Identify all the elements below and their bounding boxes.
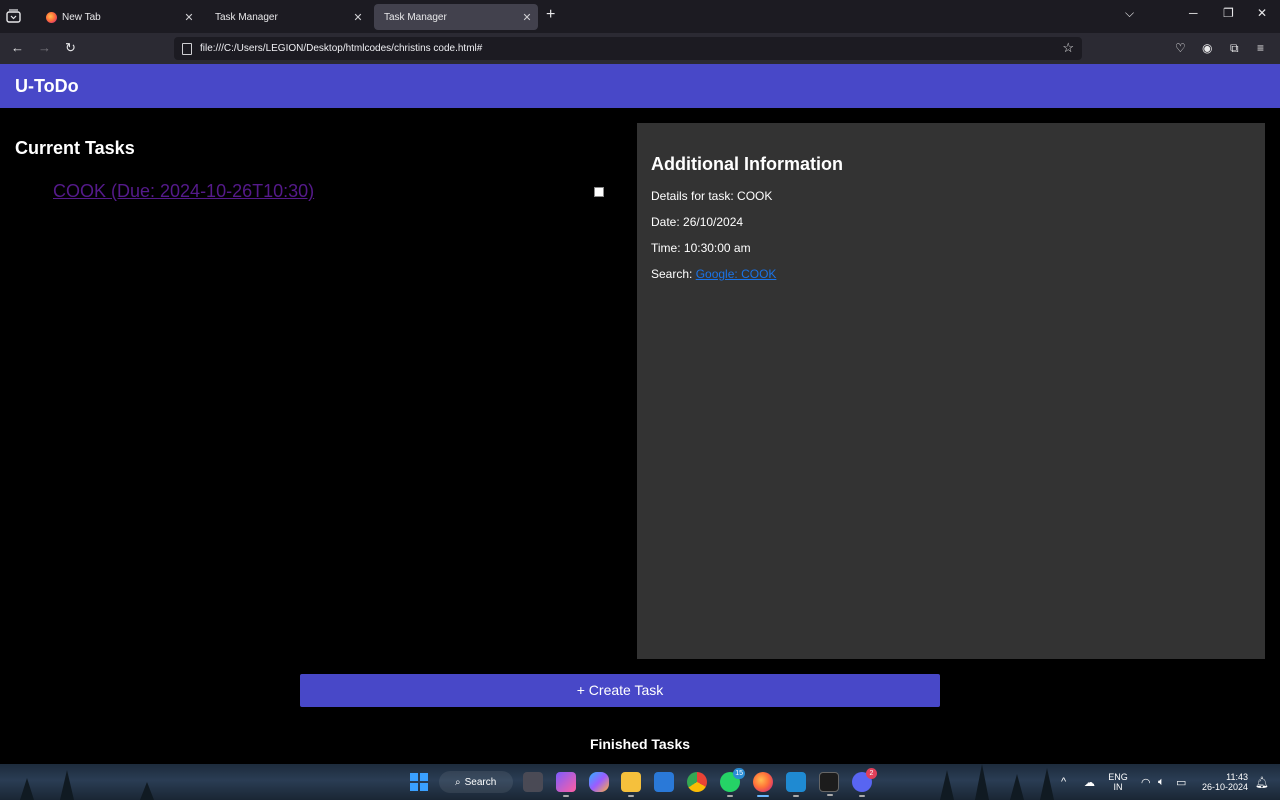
- wallpaper-tree: [1010, 774, 1024, 800]
- close-window-icon[interactable]: ✕: [1257, 6, 1267, 20]
- taskbar-search-label: Search: [464, 776, 497, 788]
- close-tab-icon[interactable]: ✕: [347, 11, 369, 24]
- windows-start-icon[interactable]: [410, 773, 428, 791]
- reload-icon[interactable]: ↻: [65, 40, 76, 56]
- running-indicator: [793, 795, 799, 797]
- region-code: IN: [1113, 782, 1123, 792]
- discord-icon[interactable]: 2: [852, 768, 877, 797]
- tab-new-tab[interactable]: New Tab ✕: [36, 4, 200, 30]
- notification-bell-icon[interactable]: 🔔︎: [1255, 776, 1269, 789]
- info-details: Details for task: COOK: [651, 189, 773, 203]
- whatsapp-badge: 15: [733, 768, 745, 779]
- battery-icon[interactable]: ▭: [1176, 776, 1186, 789]
- language-code: ENG: [1108, 772, 1128, 782]
- tab-label: New Tab: [62, 11, 101, 23]
- show-hidden-icons-icon[interactable]: ^: [1061, 776, 1066, 788]
- running-indicator: [859, 795, 865, 797]
- firefox-icon: [46, 11, 57, 23]
- copilot-app-icon[interactable]: [556, 772, 576, 797]
- info-search: Search: Google: COOK: [651, 267, 776, 281]
- volume-muted-icon[interactable]: 🔈︎: [1158, 776, 1165, 789]
- search-icon: ⌕: [455, 776, 461, 788]
- task-view-icon[interactable]: [523, 772, 543, 792]
- clock-date: 26-10-2024: [1201, 782, 1248, 792]
- page-content: U-ToDo Current Tasks COOK (Due: 2024-10-…: [0, 64, 1280, 764]
- firefox-taskbar-icon[interactable]: [753, 772, 773, 797]
- task-link-cook[interactable]: COOK (Due: 2024-10-26T10:30): [53, 181, 314, 202]
- wallpaper-tree: [20, 778, 34, 800]
- wallpaper-tree: [975, 764, 989, 800]
- running-indicator: [628, 795, 634, 797]
- menu-icon[interactable]: ≡: [1257, 41, 1264, 55]
- finished-tasks-heading: Finished Tasks: [589, 736, 691, 752]
- google-search-link[interactable]: Google: COOK: [696, 267, 777, 281]
- bookmark-star-icon[interactable]: ☆: [1062, 40, 1074, 56]
- additional-info-panel: Additional Information Details for task:…: [637, 123, 1265, 659]
- info-date: Date: 26/10/2024: [651, 215, 744, 229]
- list-all-tabs-icon[interactable]: ⌵: [1125, 6, 1134, 21]
- tab-label: Task Manager: [384, 11, 447, 23]
- chrome-icon[interactable]: [687, 772, 707, 792]
- task-checkbox[interactable]: [594, 187, 604, 197]
- running-indicator: [727, 795, 733, 797]
- restore-icon[interactable]: ❐: [1223, 6, 1234, 20]
- wallpaper-tree: [140, 782, 154, 800]
- onedrive-icon[interactable]: ☁: [1084, 776, 1095, 789]
- back-icon[interactable]: ←: [11, 40, 24, 55]
- create-task-button[interactable]: + Create Task: [300, 674, 940, 707]
- url-bar[interactable]: file:///C:/Users/LEGION/Desktop/htmlcode…: [174, 37, 1082, 60]
- pocket-icon[interactable]: ♡: [1175, 41, 1186, 55]
- language-indicator[interactable]: ENG IN: [1107, 772, 1129, 792]
- close-tab-icon[interactable]: ✕: [178, 11, 200, 24]
- tab-task-manager[interactable]: Task Manager ✕: [205, 4, 369, 30]
- store-app-icon[interactable]: [654, 772, 674, 792]
- copilot-icon[interactable]: [589, 772, 609, 792]
- minimize-icon[interactable]: ─: [1189, 6, 1198, 20]
- discord-badge: 2: [866, 768, 877, 779]
- file-explorer-icon[interactable]: [621, 772, 641, 797]
- account-icon[interactable]: ◉: [1202, 41, 1212, 55]
- app-title: U-ToDo: [15, 76, 79, 96]
- new-tab-icon[interactable]: +: [546, 6, 555, 24]
- wallpaper-tree: [1040, 768, 1054, 800]
- tab-list-icon[interactable]: [6, 9, 22, 23]
- forward-icon[interactable]: →: [38, 40, 51, 55]
- browser-toolbar: ← → ↻ file:///C:/Users/LEGION/Desktop/ht…: [0, 33, 1280, 64]
- running-indicator: [563, 795, 569, 797]
- app-header: U-ToDo: [0, 64, 1280, 108]
- terminal-icon[interactable]: [819, 772, 839, 796]
- running-indicator: [757, 795, 769, 797]
- tab-task-manager-active[interactable]: Task Manager ✕: [374, 4, 538, 30]
- tab-label: Task Manager: [215, 11, 278, 23]
- wifi-icon[interactable]: ◠: [1141, 776, 1151, 789]
- wallpaper-tree: [60, 770, 74, 800]
- extensions-icon[interactable]: ⧉: [1230, 41, 1239, 56]
- taskbar-search[interactable]: ⌕ Search: [439, 771, 513, 793]
- url-text[interactable]: file:///C:/Users/LEGION/Desktop/htmlcode…: [200, 43, 482, 54]
- whatsapp-icon[interactable]: 15: [720, 768, 745, 797]
- running-indicator: [827, 794, 833, 796]
- info-heading: Additional Information: [651, 154, 843, 174]
- close-tab-icon[interactable]: ✕: [516, 11, 538, 24]
- info-search-label: Search:: [651, 267, 693, 281]
- page-icon: [182, 42, 192, 55]
- current-tasks-heading: Current Tasks: [15, 138, 135, 158]
- browser-tabstrip: New Tab ✕ Task Manager ✕ Task Manager ✕ …: [0, 0, 1280, 33]
- wallpaper-tree: [940, 770, 954, 800]
- info-time: Time: 10:30:00 am: [651, 241, 751, 255]
- clock-time: 11:43: [1226, 772, 1248, 782]
- vscode-icon[interactable]: [786, 772, 806, 797]
- windows-taskbar: ⌕ Search 15 2 ^ ☁ ENG IN ◠ 🔈︎ ▭ 11:43 26…: [0, 764, 1280, 800]
- clock[interactable]: 11:43 26-10-2024: [1196, 772, 1248, 792]
